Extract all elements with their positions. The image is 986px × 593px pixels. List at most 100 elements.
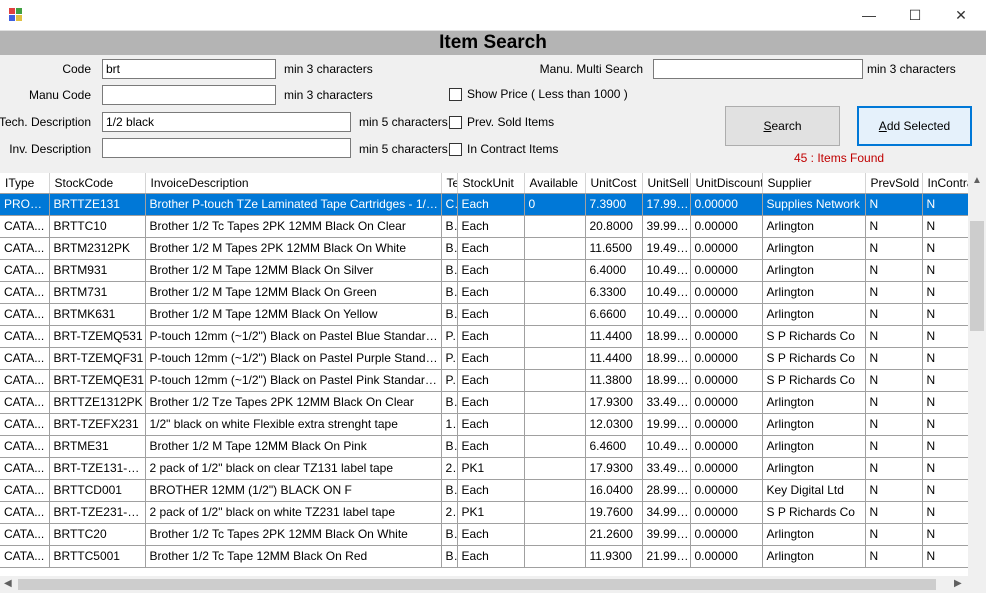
table-row[interactable]: CATA... BRT-TZEMQ531 P-touch 12mm (~1/2") … <box>0 325 968 348</box>
table-cell <box>524 347 586 370</box>
table-row[interactable]: CATA... BRTMK631 Brother 1/2 M Tape 12MM B… <box>0 303 968 326</box>
show-price-checkbox[interactable]: Show Price ( Less than 1000 ) <box>449 86 628 102</box>
table-cell: N <box>922 303 968 326</box>
horizontal-scrollbar[interactable]: ◀ ▶ <box>0 576 968 593</box>
table-row[interactable]: CATA... BRTTC5001 Brother 1/2 Tc Tape 12MM… <box>0 545 968 568</box>
table-row[interactable]: CATA... BRT-TZEMQE31 P-touch 12mm (~1/2") … <box>0 369 968 392</box>
table-row[interactable]: CATA... BRTM931 Brother 1/2 M Tape 12MM Bl… <box>0 259 968 282</box>
table-cell: 16.0400 <box>585 479 643 502</box>
table-cell: 11.3800 <box>585 369 643 392</box>
column-header[interactable]: IType <box>0 173 50 194</box>
table-cell: 0.00000 <box>690 523 763 546</box>
table-cell: 21.9900 <box>642 545 691 568</box>
table-cell: N <box>922 369 968 392</box>
table-cell: CATA... <box>0 413 50 436</box>
table-cell <box>524 281 586 304</box>
scroll-right-icon[interactable]: ▶ <box>954 578 962 589</box>
column-header[interactable]: Supplier <box>762 173 866 194</box>
table-cell: N <box>865 435 923 458</box>
in-contract-checkbox-box[interactable] <box>449 142 462 156</box>
maximize-button[interactable]: ☐ <box>892 0 938 30</box>
results-grid-viewport[interactable]: ITypeStockCodeInvoiceDescriptionTeStockU… <box>0 173 968 576</box>
table-row[interactable]: PROD... BRTTZE131 Brother P-touch TZe Lami… <box>0 193 968 216</box>
table-row[interactable]: CATA... BRTM731 Brother 1/2 M Tape 12MM Bl… <box>0 281 968 304</box>
table-cell: Brother 1/2 M Tapes 2PK 12MM Black On Wh… <box>145 237 442 260</box>
search-button[interactable]: Search <box>725 106 840 146</box>
table-cell: 19.7600 <box>585 501 643 524</box>
table-row[interactable]: CATA... BRTM2312PK Brother 1/2 M Tapes 2PK… <box>0 237 968 260</box>
inv-description-input[interactable] <box>102 138 351 158</box>
add-selected-button[interactable]: Add Selected <box>857 106 972 146</box>
table-cell: 0.00000 <box>690 281 763 304</box>
scroll-left-icon[interactable]: ◀ <box>4 578 12 589</box>
column-header[interactable]: Available <box>524 173 586 194</box>
table-cell: 0.00000 <box>690 545 763 568</box>
maximize-icon: ☐ <box>908 6 922 23</box>
vertical-scroll-thumb[interactable] <box>970 221 984 331</box>
scroll-up-icon[interactable]: ▲ <box>972 175 982 186</box>
code-input[interactable] <box>102 59 276 79</box>
close-icon: ✕ <box>955 6 967 23</box>
table-cell: 10.4900 <box>642 259 691 282</box>
table-cell: CATA... <box>0 259 50 282</box>
column-header[interactable]: StockUnit <box>457 173 525 194</box>
table-cell: N <box>922 259 968 282</box>
table-cell: 19.4900 <box>642 237 691 260</box>
column-header[interactable]: UnitCost <box>585 173 643 194</box>
horizontal-scroll-thumb[interactable] <box>18 579 936 590</box>
vertical-scrollbar[interactable]: ▲ <box>968 173 986 576</box>
table-cell: CATA... <box>0 369 50 392</box>
table-cell: B... <box>441 281 458 304</box>
table-cell: CATA... <box>0 303 50 326</box>
table-cell: Arlington <box>762 413 866 436</box>
inv-description-hint: min 5 characters <box>359 142 448 156</box>
table-cell: BRT-TZEMQF31 <box>49 347 146 370</box>
table-cell: CATA... <box>0 545 50 568</box>
table-cell: Brother 1/2 Tc Tapes 2PK 12MM Black On W… <box>145 523 442 546</box>
table-cell: Brother 1/2 M Tape 12MM Black On Green <box>145 281 442 304</box>
table-cell <box>524 413 586 436</box>
manu-multi-search-input[interactable] <box>653 59 863 79</box>
table-cell <box>524 369 586 392</box>
table-cell: Brother 1/2 Tc Tape 12MM Black On Red <box>145 545 442 568</box>
in-contract-checkbox[interactable]: In Contract Items <box>449 141 558 157</box>
table-cell: 2 pack of 1/2" black on clear TZ131 labe… <box>145 457 442 480</box>
table-row[interactable]: CATA... BRTTCD001 BROTHER 12MM (1/2") BLAC… <box>0 479 968 502</box>
column-header[interactable]: InvoiceDescription <box>145 173 442 194</box>
manu-code-input[interactable] <box>102 85 276 105</box>
column-header[interactable]: Te <box>441 173 458 194</box>
table-row[interactable]: CATA... BRTME31 Brother 1/2 M Tape 12MM Bl… <box>0 435 968 458</box>
table-row[interactable]: CATA... BRTTC20 Brother 1/2 Tc Tapes 2PK 1… <box>0 523 968 546</box>
table-row[interactable]: CATA... BRTTZE1312PK Brother 1/2 Tze Tapes… <box>0 391 968 414</box>
column-header[interactable]: UnitSell <box>642 173 691 194</box>
minimize-icon: — <box>862 7 876 23</box>
column-header[interactable]: PrevSold <box>865 173 923 194</box>
table-cell: Each <box>457 523 525 546</box>
results-grid[interactable]: ITypeStockCodeInvoiceDescriptionTeStockU… <box>0 173 986 593</box>
column-header[interactable]: UnitDiscount <box>690 173 763 194</box>
table-cell: BRTTC20 <box>49 523 146 546</box>
table-cell: Arlington <box>762 545 866 568</box>
table-row[interactable]: CATA... BRT-TZEFX231 1/2" black on white F… <box>0 413 968 436</box>
table-cell: N <box>865 259 923 282</box>
table-cell: N <box>865 215 923 238</box>
table-row[interactable]: CATA... BRTTC10 Brother 1/2 Tc Tapes 2PK 1… <box>0 215 968 238</box>
table-cell: Each <box>457 435 525 458</box>
table-cell: 11.4400 <box>585 325 643 348</box>
table-cell: N <box>922 523 968 546</box>
table-cell: P... <box>441 369 458 392</box>
close-button[interactable]: ✕ <box>938 0 984 30</box>
column-header[interactable]: StockCode <box>49 173 146 194</box>
prev-sold-checkbox-box[interactable] <box>449 115 462 129</box>
minimize-button[interactable]: — <box>846 0 892 30</box>
results-table: ITypeStockCodeInvoiceDescriptionTeStockU… <box>0 173 968 568</box>
table-row[interactable]: CATA... BRT-TZE131-2PK 2 pack of 1/2" blac… <box>0 457 968 480</box>
table-row[interactable]: CATA... BRT-TZEMQF31 P-touch 12mm (~1/2") … <box>0 347 968 370</box>
table-row[interactable]: CATA... BRT-TZE231-2PK 2 pack of 1/2" blac… <box>0 501 968 524</box>
show-price-checkbox-box[interactable] <box>449 87 462 101</box>
column-header[interactable]: InContra <box>922 173 968 194</box>
table-cell: N <box>922 237 968 260</box>
title-bar: — ☐ ✕ <box>0 0 986 31</box>
prev-sold-checkbox[interactable]: Prev. Sold Items <box>449 114 554 130</box>
tech-description-input[interactable] <box>102 112 351 132</box>
